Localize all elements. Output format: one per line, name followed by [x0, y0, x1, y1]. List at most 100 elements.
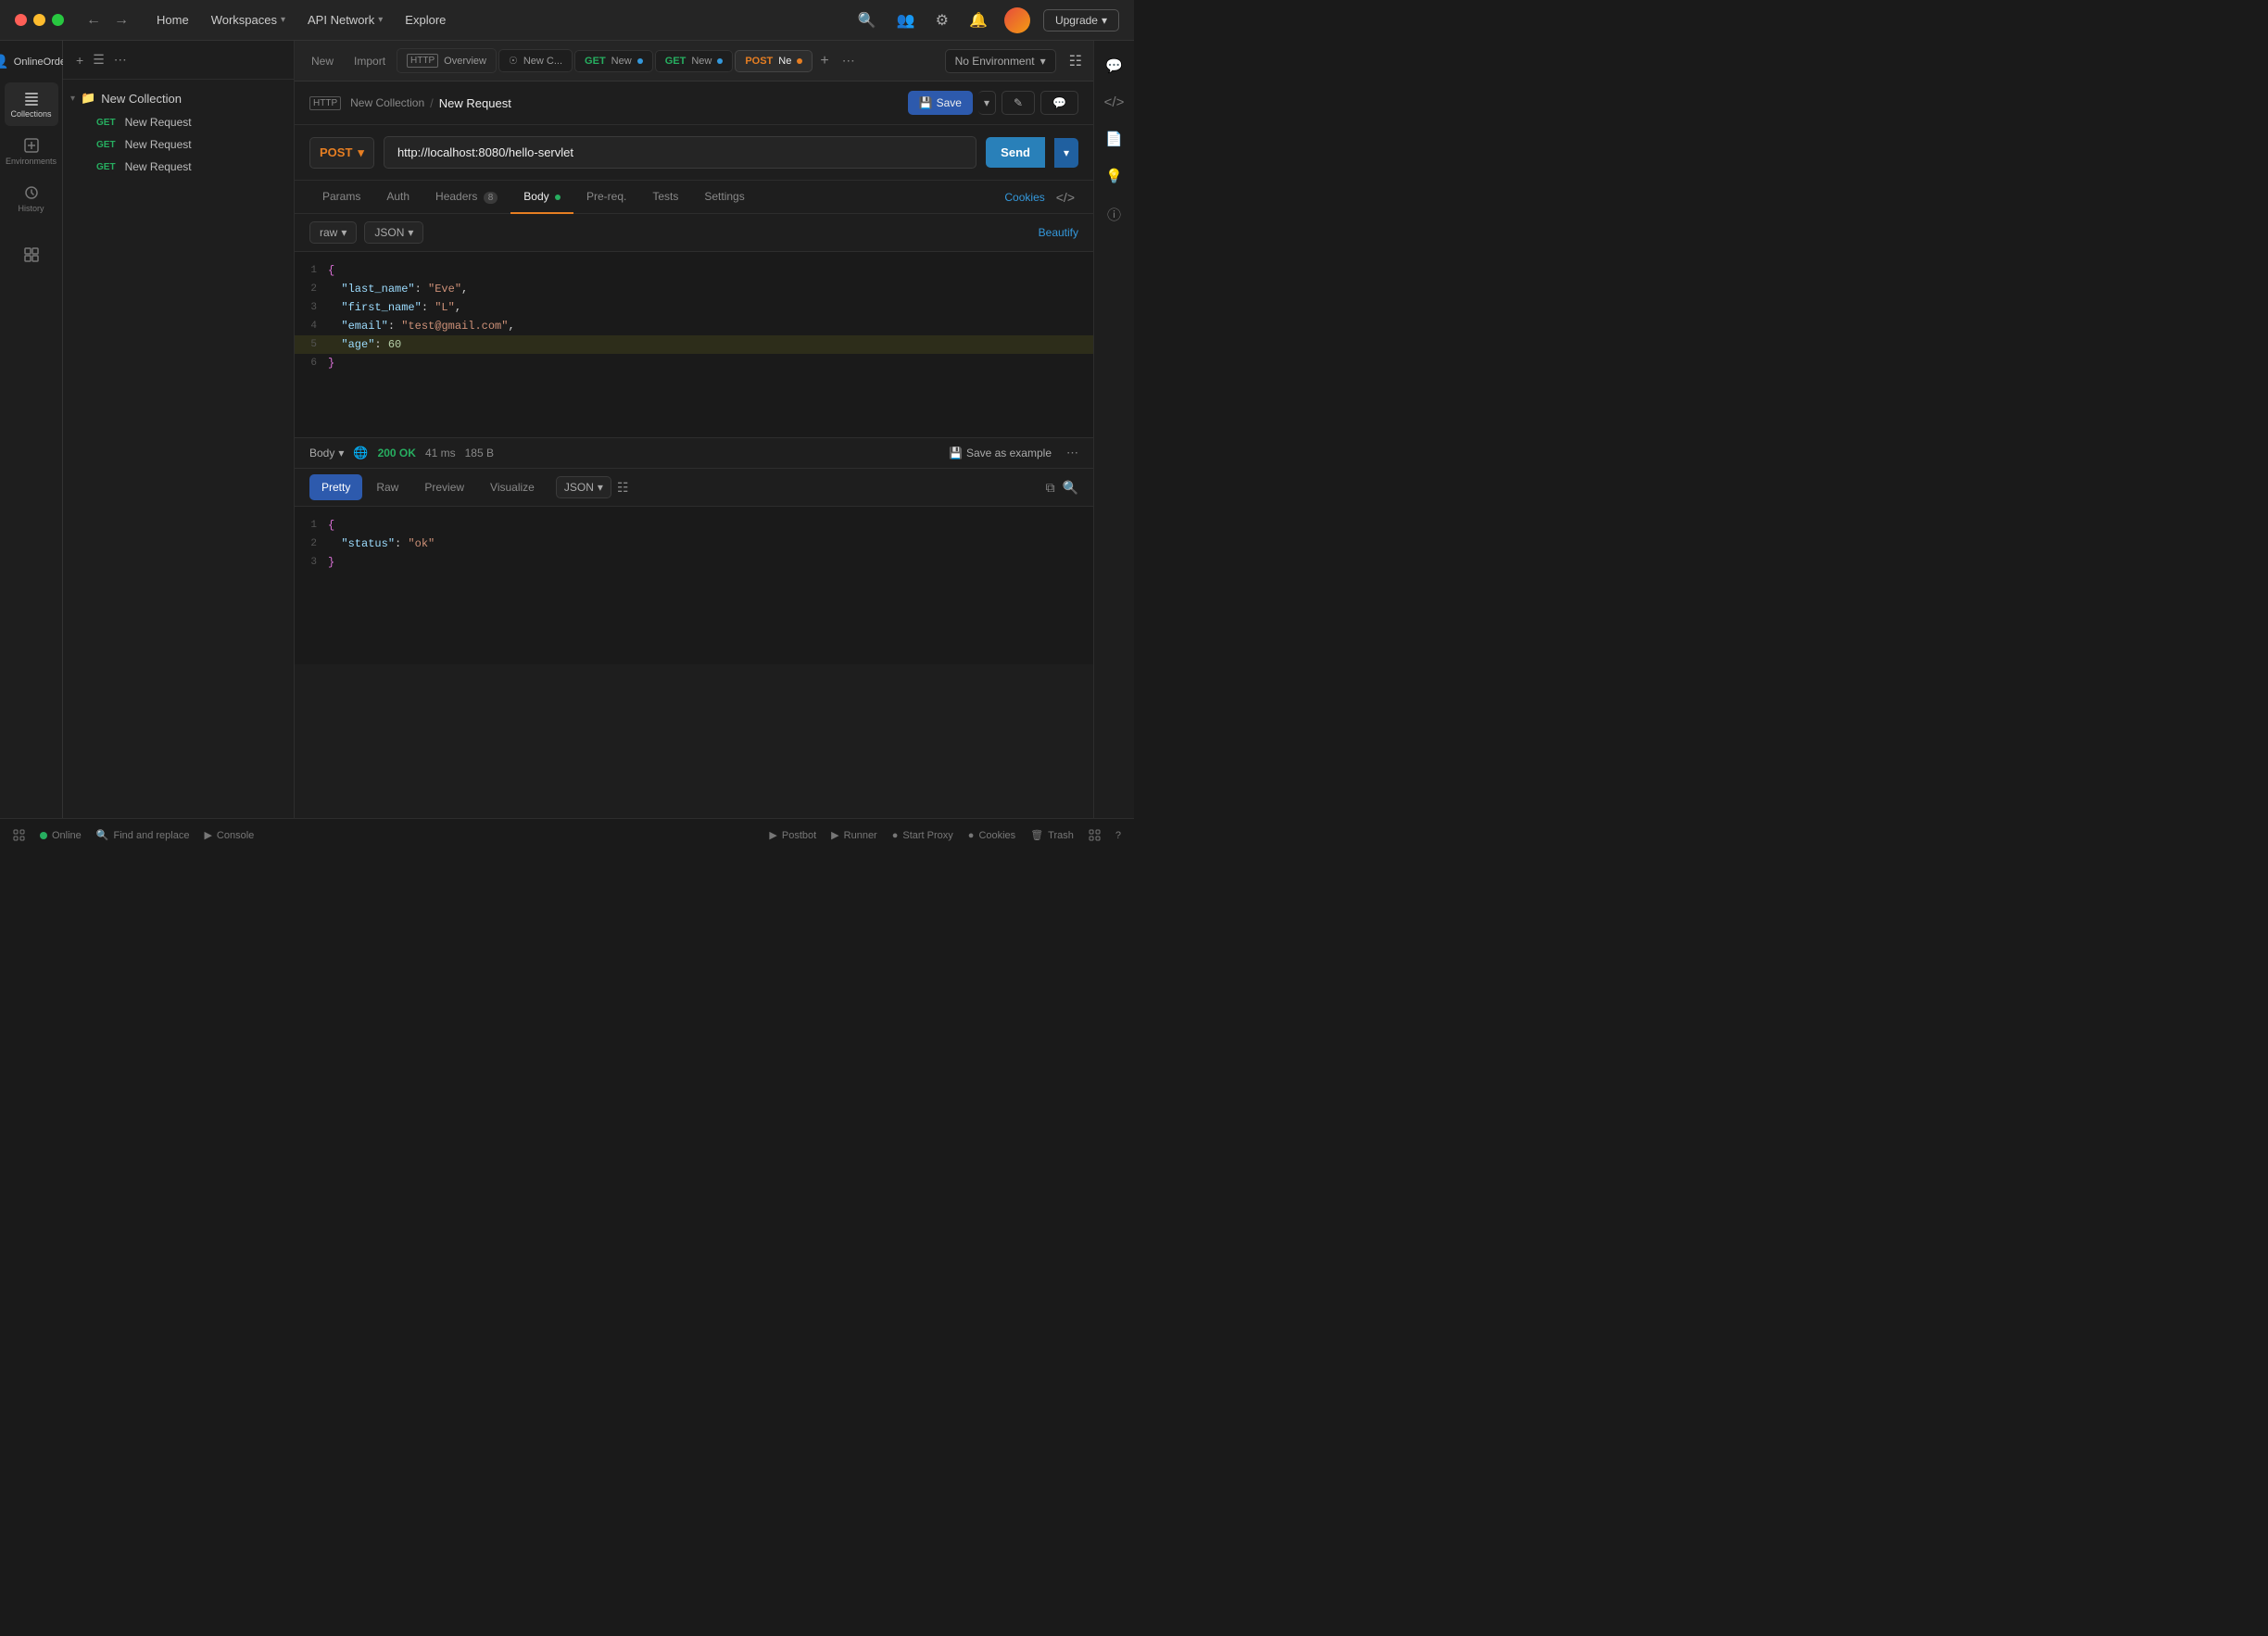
cookies-button[interactable]: ● Cookies [968, 830, 1015, 841]
find-replace-button[interactable]: 🔍 Find and replace [96, 829, 190, 841]
breadcrumb-collection[interactable]: New Collection [350, 96, 424, 109]
collection-item-new-collection[interactable]: ▾ 📁 New Collection [63, 85, 294, 111]
save-icon: 💾 [949, 447, 963, 459]
close-button[interactable] [15, 14, 27, 26]
find-icon: 🔍 [96, 829, 109, 841]
raw-button[interactable]: raw ▾ [309, 221, 357, 244]
add-tab-button[interactable]: + [814, 49, 834, 73]
request-docs-button[interactable]: 💬 [1098, 50, 1130, 82]
response-body-dropdown[interactable]: Body ▾ [309, 447, 344, 459]
send-button[interactable]: Send [986, 137, 1045, 168]
comment-button[interactable]: 💬 [1040, 91, 1078, 115]
tab-post-new[interactable]: POST Ne [735, 50, 813, 72]
more-tabs-button[interactable]: ⋯ [837, 49, 861, 72]
help-button[interactable]: ? [1115, 830, 1121, 841]
tab-body[interactable]: Body [510, 181, 573, 214]
related-collections-button[interactable]: 📄 [1098, 123, 1130, 155]
nav-explore[interactable]: Explore [396, 9, 455, 31]
cookies-link[interactable]: Cookies [1004, 191, 1044, 204]
info-button[interactable]: ⓘ [1100, 197, 1128, 232]
url-input[interactable] [384, 136, 976, 169]
traffic-lights [15, 14, 64, 26]
tab-auth[interactable]: Auth [373, 181, 422, 214]
list-item[interactable]: GET New Request [63, 156, 294, 178]
start-proxy-button[interactable]: ● Start Proxy [892, 830, 953, 841]
tab-visualize[interactable]: Visualize [478, 474, 547, 500]
save-dropdown-button[interactable]: ▾ [978, 91, 996, 115]
search-response-button[interactable]: 🔍 [1063, 480, 1078, 496]
environment-selector[interactable]: No Environment ▾ [945, 49, 1056, 73]
sidebar-item-history[interactable]: History [5, 177, 58, 220]
chevron-down-icon: ▾ [358, 145, 364, 160]
postbot-button[interactable]: ▶ Postbot [769, 829, 816, 841]
tab-headers[interactable]: Headers 8 [422, 181, 510, 214]
maximize-button[interactable] [52, 14, 64, 26]
settings-icon[interactable]: ⚙ [932, 7, 952, 33]
titlebar: ← → Home Workspaces ▾ API Network ▾ Expl… [0, 0, 1134, 41]
tab-settings[interactable]: Settings [691, 181, 757, 214]
grid-icon-button[interactable] [13, 829, 25, 841]
tab-prereq[interactable]: Pre-req. [573, 181, 639, 214]
json-type-button[interactable]: JSON ▾ [364, 221, 423, 244]
tab-raw[interactable]: Raw [364, 474, 410, 500]
edit-button[interactable]: ✎ [1002, 91, 1035, 115]
search-icon[interactable]: 🔍 [854, 7, 880, 33]
tab-get-new-1[interactable]: GET New [574, 50, 653, 72]
lightbulb-icon[interactable]: 💡 [1098, 160, 1130, 192]
tab-pretty[interactable]: Pretty [309, 474, 362, 500]
tab-preview[interactable]: Preview [412, 474, 476, 500]
method-selector[interactable]: POST ▾ [309, 137, 374, 169]
import-button[interactable]: Import [345, 51, 395, 71]
minimize-button[interactable] [33, 14, 45, 26]
tab-overview[interactable]: HTTP Overview [397, 48, 497, 73]
code-button[interactable]: </> [1052, 186, 1078, 208]
environment-view-button[interactable]: ☷ [1065, 48, 1086, 74]
invite-icon[interactable]: 👥 [893, 7, 919, 33]
request-name: New Request [125, 116, 192, 129]
sidebar-item-collections[interactable]: Collections [5, 82, 58, 126]
copy-button[interactable]: ⧉ [1046, 480, 1055, 496]
more-options-button[interactable]: ⋯ [1066, 446, 1078, 460]
code-snippet-button[interactable]: </> [1097, 87, 1132, 118]
trash-icon: 🗑 [1030, 829, 1043, 841]
save-button[interactable]: 💾 Save [908, 91, 973, 115]
sidebar-item-environments[interactable]: Environments [5, 130, 58, 173]
cookies-icon: ● [968, 830, 975, 841]
nav-api-network[interactable]: API Network ▾ [298, 9, 392, 31]
forward-button[interactable]: → [110, 10, 132, 31]
list-item[interactable]: GET New Request [63, 111, 294, 133]
tab-tests[interactable]: Tests [639, 181, 691, 214]
avatar[interactable] [1004, 7, 1030, 33]
add-collection-button[interactable]: + [74, 51, 85, 69]
filter-icon[interactable]: ☷ [617, 480, 629, 496]
tab-new-collection[interactable]: ☉ New C... [498, 49, 573, 72]
sidebar-item-apis[interactable] [5, 239, 58, 271]
runner-button[interactable]: ▶ Runner [831, 829, 877, 841]
new-tab-button[interactable]: New [302, 51, 343, 71]
method-label: GET [665, 56, 687, 67]
send-dropdown-button[interactable]: ▾ [1054, 138, 1078, 168]
online-status[interactable]: Online [40, 830, 82, 841]
chevron-down-icon: ▾ [70, 94, 75, 104]
collection-name-label: New Collection [101, 92, 182, 106]
request-body-editor[interactable]: 1 { 2 "last_name": "Eve", 3 "first_name"… [295, 252, 1093, 437]
notifications-icon[interactable]: 🔔 [965, 7, 991, 33]
save-as-example-button[interactable]: 💾 Save as example [949, 447, 1052, 459]
trash-button[interactable]: 🗑 Trash [1030, 829, 1074, 841]
nav-workspaces[interactable]: Workspaces ▾ [202, 9, 295, 31]
console-icon: ▶ [204, 829, 211, 841]
back-button[interactable]: ← [82, 10, 105, 31]
tab-params[interactable]: Params [309, 181, 373, 214]
beautify-button[interactable]: Beautify [1039, 226, 1078, 239]
request-tabs: Params Auth Headers 8 Body Pre-req. Test… [295, 181, 1093, 214]
console-button[interactable]: ▶ Console [204, 829, 254, 841]
body-options: raw ▾ JSON ▾ Beautify [295, 214, 1093, 252]
list-item[interactable]: GET New Request [63, 133, 294, 156]
json-format-selector[interactable]: JSON ▾ [556, 476, 611, 498]
tab-get-new-2[interactable]: GET New [655, 50, 734, 72]
upgrade-button[interactable]: Upgrade ▾ [1043, 9, 1119, 31]
nav-home[interactable]: Home [147, 9, 198, 31]
more-button[interactable]: ⋯ [112, 50, 129, 69]
layout-button[interactable] [1089, 829, 1101, 841]
filter-button[interactable]: ☰ [91, 50, 107, 69]
